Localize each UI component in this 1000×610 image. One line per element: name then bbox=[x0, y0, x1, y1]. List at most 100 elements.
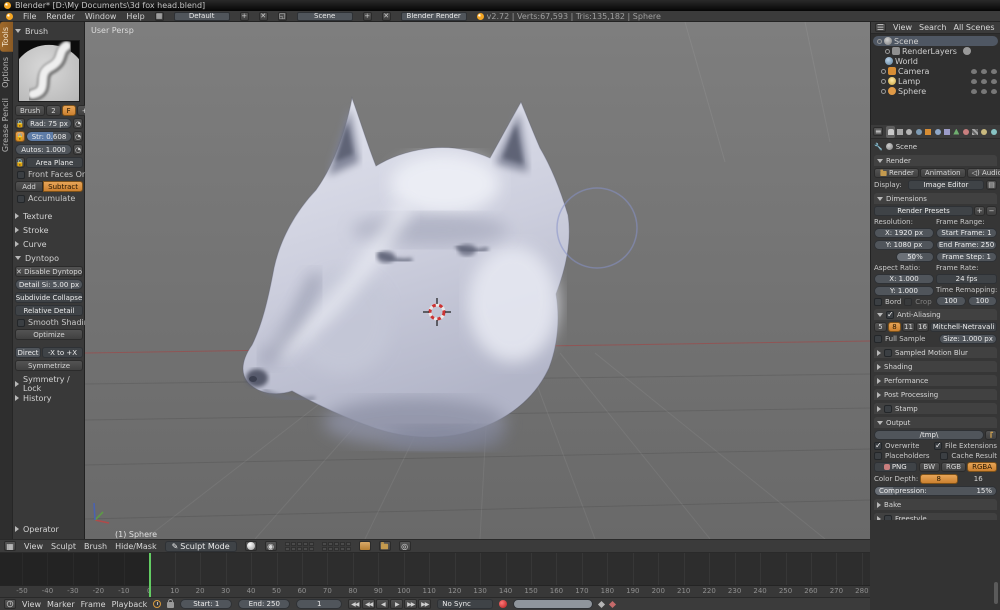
sculpt-plane-select[interactable]: Area Plane bbox=[26, 157, 83, 168]
tab-render-layers[interactable] bbox=[896, 126, 904, 138]
play-button[interactable]: ▶ bbox=[390, 599, 404, 609]
aa-samples-11[interactable]: 11 bbox=[902, 322, 915, 332]
outliner-view-menu[interactable]: View bbox=[893, 23, 912, 32]
frame-rate-select[interactable]: 24 fps bbox=[936, 274, 997, 284]
delete-key-icon[interactable] bbox=[609, 600, 617, 608]
insert-key-icon[interactable] bbox=[598, 600, 606, 608]
animation-button[interactable]: Animation bbox=[919, 168, 966, 178]
dyntopo-panel-header[interactable]: Dyntopo bbox=[15, 252, 83, 264]
lock-icon[interactable] bbox=[167, 599, 175, 608]
layers-grid-1[interactable] bbox=[284, 541, 314, 551]
preset-add-button[interactable]: + bbox=[974, 206, 985, 216]
frame-end-field[interactable]: End: 250 bbox=[238, 599, 291, 609]
tab-world[interactable] bbox=[915, 126, 923, 138]
sculpt-menu[interactable]: Sculpt bbox=[51, 542, 76, 551]
radius-unified-icon[interactable]: 🔒 bbox=[15, 118, 25, 129]
render-presets-select[interactable]: Render Presets bbox=[874, 206, 973, 216]
keying-set-field[interactable] bbox=[513, 599, 594, 609]
accumulate-checkbox[interactable] bbox=[17, 194, 25, 203]
output-panel-header[interactable]: Output bbox=[874, 417, 997, 428]
jump-start-button[interactable]: ◀◀ bbox=[348, 599, 362, 609]
display-select[interactable]: Image Editor bbox=[908, 180, 984, 190]
radius-slider[interactable]: Rad: 75 px bbox=[26, 118, 72, 129]
audio-button[interactable]: ◁) Audio bbox=[966, 168, 1000, 178]
preview-range-icon[interactable] bbox=[153, 600, 162, 608]
jump-end-button[interactable]: ▶▶ bbox=[418, 599, 432, 609]
autosmooth-slider[interactable]: Autos: 1.000 bbox=[15, 144, 72, 155]
tab-modifiers[interactable] bbox=[943, 126, 951, 138]
restrict-toggles[interactable] bbox=[971, 78, 997, 84]
history-panel-header[interactable]: History bbox=[15, 392, 83, 404]
hide-mask-menu[interactable]: Hide/Mask bbox=[115, 542, 157, 551]
layout-delete-button[interactable]: ✕ bbox=[258, 11, 268, 21]
brush-datablock-name[interactable]: Brush bbox=[15, 105, 46, 116]
aspect-y-field[interactable]: Y: 1.000 bbox=[874, 286, 934, 296]
shading-panel-header[interactable]: Shading bbox=[874, 361, 997, 372]
optimize-button[interactable]: Optimize bbox=[15, 329, 83, 340]
sync-select[interactable]: No Sync bbox=[437, 599, 494, 609]
stamp-panel-header[interactable]: Stamp bbox=[874, 403, 997, 414]
restrict-toggles[interactable] bbox=[971, 68, 997, 74]
subtract-mode-button[interactable]: Subtract bbox=[43, 181, 83, 192]
layout-add-button[interactable]: + bbox=[239, 11, 249, 21]
menu-window[interactable]: Window bbox=[85, 12, 117, 21]
frame-start-field[interactable]: Start: 1 bbox=[180, 599, 233, 609]
pivot-point-icon[interactable]: ◉ bbox=[264, 541, 277, 551]
screen-layout-select[interactable]: Default bbox=[173, 11, 230, 21]
outliner-editor-icon[interactable]: ☰ bbox=[875, 23, 886, 32]
strength-pressure-icon[interactable]: ◔ bbox=[73, 131, 83, 142]
timeline-marker-menu[interactable]: Marker bbox=[47, 600, 75, 609]
rgba-button[interactable]: RGBA bbox=[967, 462, 997, 472]
expand-icon[interactable] bbox=[885, 48, 890, 54]
tab-material[interactable] bbox=[962, 126, 970, 138]
resolution-x-field[interactable]: X: 1920 px bbox=[874, 228, 934, 238]
resolution-y-field[interactable]: Y: 1080 px bbox=[874, 240, 934, 250]
texture-panel-header[interactable]: Texture bbox=[15, 210, 83, 222]
timeline-ruler[interactable]: -50-40-30-20-100102030405060708090100110… bbox=[0, 585, 870, 597]
radius-pressure-icon[interactable]: ◔ bbox=[73, 118, 83, 129]
aa-size-field[interactable]: Size: 1.000 px bbox=[939, 334, 997, 344]
smb-checkbox[interactable] bbox=[884, 348, 892, 357]
prev-keyframe-button[interactable]: ◀◀ bbox=[362, 599, 376, 609]
mode-select[interactable]: ✎ Sculpt Mode bbox=[164, 540, 237, 552]
opengl-render-icon[interactable]: ◎ bbox=[398, 541, 411, 551]
menu-render[interactable]: Render bbox=[46, 12, 74, 21]
timeline-frame-menu[interactable]: Frame bbox=[81, 600, 106, 609]
frame-step-field[interactable]: Frame Step: 1 bbox=[936, 252, 997, 262]
front-faces-checkbox[interactable] bbox=[17, 170, 25, 179]
timeline-editor-icon[interactable] bbox=[4, 599, 16, 609]
border-checkbox[interactable] bbox=[874, 298, 882, 306]
render-button[interactable]: Render bbox=[874, 168, 919, 178]
remap-old-field[interactable]: 100 bbox=[936, 296, 966, 306]
expand-icon[interactable] bbox=[881, 88, 886, 94]
aspect-x-field[interactable]: X: 1.000 bbox=[874, 274, 934, 284]
stamp-checkbox[interactable] bbox=[884, 404, 892, 413]
timeline[interactable]: -50-40-30-20-100102030405060708090100110… bbox=[0, 553, 870, 610]
symmetrize-direction-select[interactable]: -X to +X bbox=[42, 347, 83, 358]
depth-16-button[interactable]: 16 bbox=[960, 474, 998, 484]
scene-select[interactable]: Scene bbox=[296, 11, 353, 21]
smooth-shading-checkbox[interactable] bbox=[17, 318, 25, 327]
post-processing-panel-header[interactable]: Post Processing bbox=[874, 389, 997, 400]
outliner-item-renderlayers[interactable]: RenderLayers bbox=[871, 46, 1000, 56]
next-keyframe-button[interactable]: ▶▶ bbox=[404, 599, 418, 609]
timeline-view-menu[interactable]: View bbox=[22, 600, 41, 609]
record-button[interactable] bbox=[499, 600, 508, 608]
tab-object[interactable] bbox=[924, 126, 932, 138]
cache-result-checkbox[interactable] bbox=[940, 452, 949, 460]
brush-preview[interactable] bbox=[18, 40, 80, 102]
outliner-search-menu[interactable]: Search bbox=[919, 23, 946, 32]
resolution-percentage-slider[interactable]: 50% bbox=[896, 252, 934, 262]
bake-panel-header[interactable]: Bake bbox=[874, 499, 997, 510]
timeline-playback-menu[interactable]: Playback bbox=[112, 600, 148, 609]
crop-checkbox[interactable] bbox=[904, 298, 913, 306]
scene-delete-button[interactable]: ✕ bbox=[381, 11, 391, 21]
scene-browse-icon[interactable]: ◱ bbox=[277, 11, 287, 21]
viewport-shading-icon[interactable] bbox=[244, 541, 257, 551]
detail-method-select[interactable]: Subdivide Collapse bbox=[15, 292, 83, 303]
strength-slider[interactable]: Str: 0.608 bbox=[26, 131, 72, 142]
render-engine-select[interactable]: Blender Render bbox=[400, 11, 467, 21]
rgb-button[interactable]: RGB bbox=[941, 462, 967, 472]
strength-unified-icon[interactable]: 🔒 bbox=[15, 131, 25, 142]
outliner-item-lamp[interactable]: Lamp bbox=[871, 76, 1000, 86]
